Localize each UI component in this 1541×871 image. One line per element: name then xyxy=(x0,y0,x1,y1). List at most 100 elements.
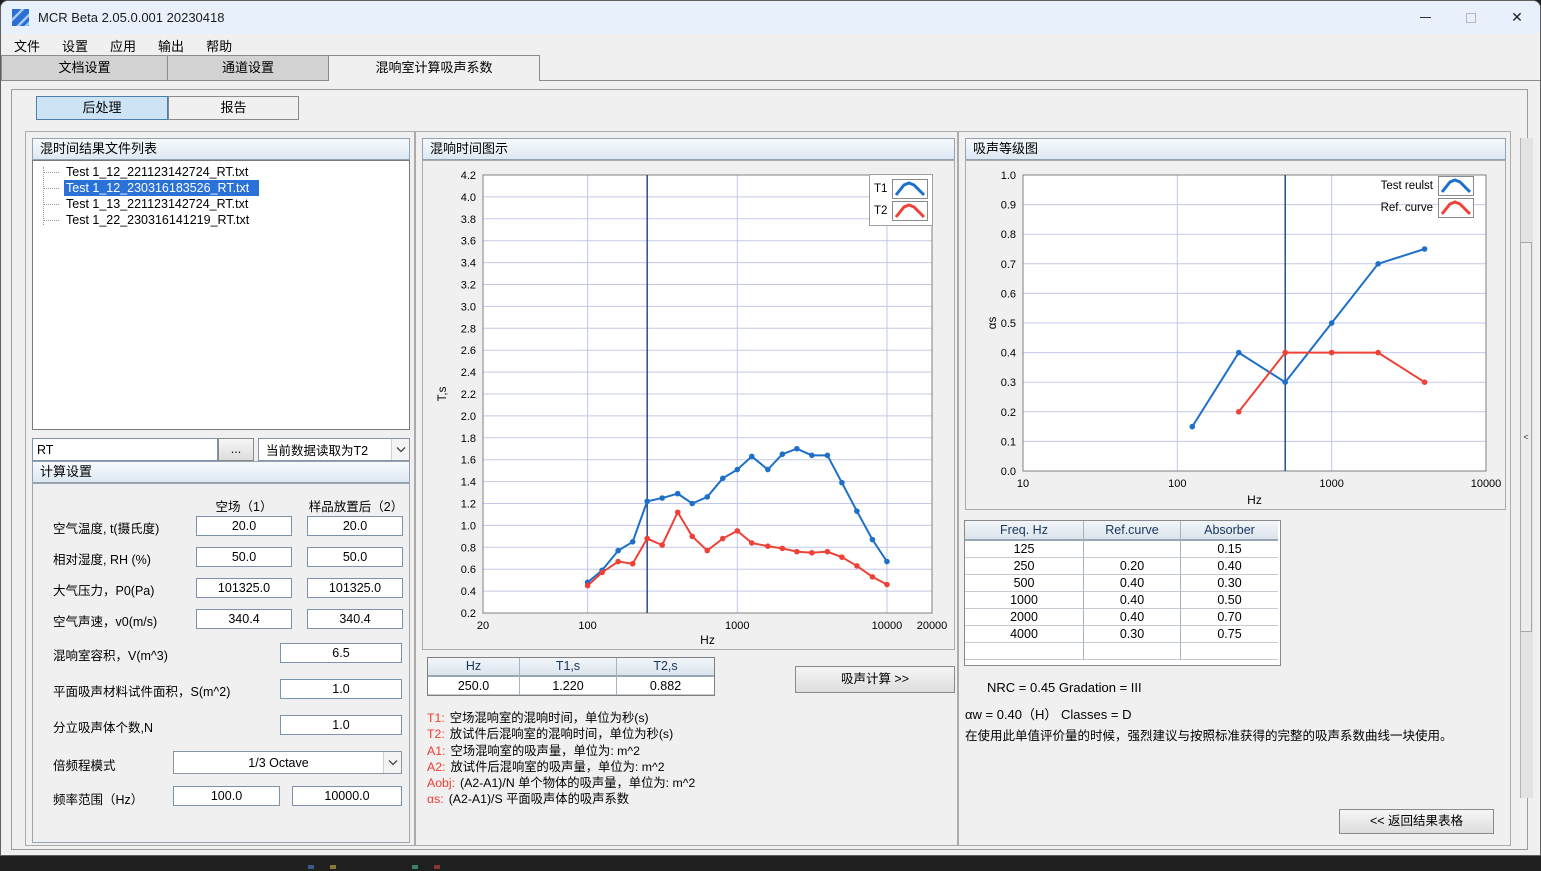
rt-value-table: HzT1,sT2,s250.01.2200.882 xyxy=(427,657,715,696)
svg-text:2.6: 2.6 xyxy=(461,345,476,357)
calc-row-label: 相对湿度, RH (%) xyxy=(53,549,151,568)
svg-text:0.2: 0.2 xyxy=(1001,407,1016,419)
menu-item-2[interactable]: 设置 xyxy=(51,34,99,57)
menu-item-4[interactable]: 输出 xyxy=(147,34,195,57)
svg-text:Hz: Hz xyxy=(700,633,715,647)
table-cell xyxy=(1181,643,1278,660)
table-header-cell: T2,s xyxy=(617,658,714,677)
nrc-result-text: NRC = 0.45 Gradation = III xyxy=(987,680,1142,695)
menu-item-3[interactable]: 应用 xyxy=(99,34,147,57)
title-bar: MCR Beta 2.05.0.001 20230418 ✕ xyxy=(1,1,1540,34)
series-curve-icon xyxy=(1438,176,1474,196)
taskbar-icon[interactable] xyxy=(308,865,314,869)
octave-mode-dropdown[interactable]: 1/3 Octave xyxy=(173,751,402,774)
table-cell: 0.75 xyxy=(1181,626,1278,643)
table-header-row: Freq. HzRef.curveAbsorber xyxy=(965,521,1280,541)
note-text: 放试件后混响室的吸声量，单位为: m^2 xyxy=(450,760,664,774)
freq-max-input[interactable] xyxy=(292,786,402,806)
series-curve-icon xyxy=(1438,198,1474,218)
taskbar-icon[interactable] xyxy=(434,865,440,869)
minimize-button[interactable] xyxy=(1402,1,1448,34)
svg-text:100: 100 xyxy=(1168,478,1186,490)
absorption-chart[interactable]: 0.00.10.20.30.40.50.60.70.80.91.01010010… xyxy=(965,160,1506,510)
calc-input-col2[interactable] xyxy=(307,516,403,536)
tab-1[interactable]: 文档设置 xyxy=(1,55,168,80)
rt-chart-header: 混响时间图示 xyxy=(422,138,955,160)
series-curve-icon xyxy=(892,179,928,199)
svg-text:2.4: 2.4 xyxy=(461,367,476,379)
file-name-label[interactable]: Test 1_13_221123142724_RT.txt xyxy=(64,196,258,212)
file-list-item[interactable]: Test 1_13_221123142724_RT.txt xyxy=(33,196,409,212)
calc-input-col2[interactable] xyxy=(307,578,403,598)
freq-min-input[interactable] xyxy=(173,786,280,806)
taskbar-icon[interactable] xyxy=(412,865,418,869)
calc-input-col1[interactable] xyxy=(196,516,292,536)
tree-connector-icon xyxy=(44,213,59,221)
note-key: T2: xyxy=(427,727,445,741)
table-cell: 0.15 xyxy=(1181,541,1278,558)
svg-text:0.3: 0.3 xyxy=(1001,377,1016,389)
close-icon: ✕ xyxy=(1511,9,1523,26)
subtab-2[interactable]: 报告 xyxy=(168,96,299,120)
legend-item: Test reulst xyxy=(1366,176,1474,196)
tab-3[interactable]: 混响室计算吸声系数 xyxy=(328,55,540,81)
chevron-down-icon xyxy=(383,752,401,773)
browse-button[interactable]: ... xyxy=(218,438,254,461)
file-list-item[interactable]: Test 1_12_230316183526_RT.txt xyxy=(33,180,409,196)
back-to-results-button[interactable]: << 返回结果表格 xyxy=(1339,809,1494,834)
data-mode-dropdown[interactable]: 当前数据读取为T2 xyxy=(258,438,410,461)
svg-text:0.7: 0.7 xyxy=(1001,259,1016,271)
maximize-icon xyxy=(1466,13,1476,23)
table-row: 5000.400.30 xyxy=(965,575,1280,592)
rt-name-input[interactable] xyxy=(32,438,218,461)
menu-item-1[interactable]: 文件 xyxy=(3,34,51,57)
calc-row-label: 空气声速，v0(m/s) xyxy=(53,611,157,630)
app-logo-icon xyxy=(12,9,29,26)
collapse-panel-button[interactable]: < xyxy=(1520,242,1532,632)
table-cell: 2000 xyxy=(965,609,1084,626)
absorption-calc-button[interactable]: 吸声计算 >> xyxy=(795,666,955,693)
note-line: T1:空场混响室的混响时间，单位为秒(s) xyxy=(427,710,695,726)
data-mode-value: 当前数据读取为T2 xyxy=(259,440,391,459)
file-list-item[interactable]: Test 1_22_230316141219_RT.txt xyxy=(33,212,409,228)
file-name-label[interactable]: Test 1_22_230316141219_RT.txt xyxy=(64,212,259,228)
calc-input-col2[interactable] xyxy=(307,609,403,629)
table-cell: 4000 xyxy=(965,626,1084,643)
maximize-button[interactable] xyxy=(1448,1,1494,34)
file-name-label[interactable]: Test 1_12_221123142724_RT.txt xyxy=(64,164,258,180)
table-cell xyxy=(965,643,1084,660)
tree-rail-icon xyxy=(43,167,44,225)
svg-text:2.8: 2.8 xyxy=(461,323,476,335)
calc-input-single[interactable] xyxy=(280,643,402,663)
file-list-item[interactable]: Test 1_12_221123142724_RT.txt xyxy=(33,164,409,180)
taskbar-icon[interactable] xyxy=(330,865,336,869)
rt-chart-svg[interactable]: 0.20.40.60.81.01.21.41.61.82.02.22.42.62… xyxy=(423,161,954,649)
file-name-label[interactable]: Test 1_12_230316183526_RT.txt xyxy=(64,180,259,196)
svg-text:3.8: 3.8 xyxy=(461,214,476,226)
col-header-with-sample: 样品放置后（2） xyxy=(291,496,421,515)
calc-input-single[interactable] xyxy=(280,679,402,699)
table-header-cell: T1,s xyxy=(520,658,617,677)
svg-text:Hz: Hz xyxy=(1247,493,1262,507)
calc-input-col1[interactable] xyxy=(196,578,292,598)
calc-input-col2[interactable] xyxy=(307,547,403,567)
window-title: MCR Beta 2.05.0.001 20230418 xyxy=(38,10,224,25)
menu-item-5[interactable]: 帮助 xyxy=(195,34,243,57)
calc-input-col1[interactable] xyxy=(196,609,292,629)
rt-chart[interactable]: 0.20.40.60.81.01.21.41.61.82.02.22.42.62… xyxy=(422,160,955,650)
note-line: A2:放试件后混响室的吸声量，单位为: m^2 xyxy=(427,759,695,775)
svg-text:T,s: T,s xyxy=(437,386,449,401)
table-header-cell: Ref.curve xyxy=(1084,521,1181,541)
table-cell: 0.70 xyxy=(1181,609,1278,626)
abs-chart-header: 吸声等级图 xyxy=(965,138,1506,160)
table-row: 250.01.2200.882 xyxy=(428,677,714,695)
svg-text:20000: 20000 xyxy=(917,620,948,632)
svg-text:1.0: 1.0 xyxy=(461,520,476,532)
file-list[interactable]: Test 1_12_221123142724_RT.txtTest 1_12_2… xyxy=(32,160,410,430)
tab-2[interactable]: 通道设置 xyxy=(167,55,329,80)
close-button[interactable]: ✕ xyxy=(1494,1,1540,34)
subtab-1[interactable]: 后处理 xyxy=(36,96,168,120)
calc-input-col1[interactable] xyxy=(196,547,292,567)
calc-input-single[interactable] xyxy=(280,715,402,735)
table-row xyxy=(965,643,1280,660)
